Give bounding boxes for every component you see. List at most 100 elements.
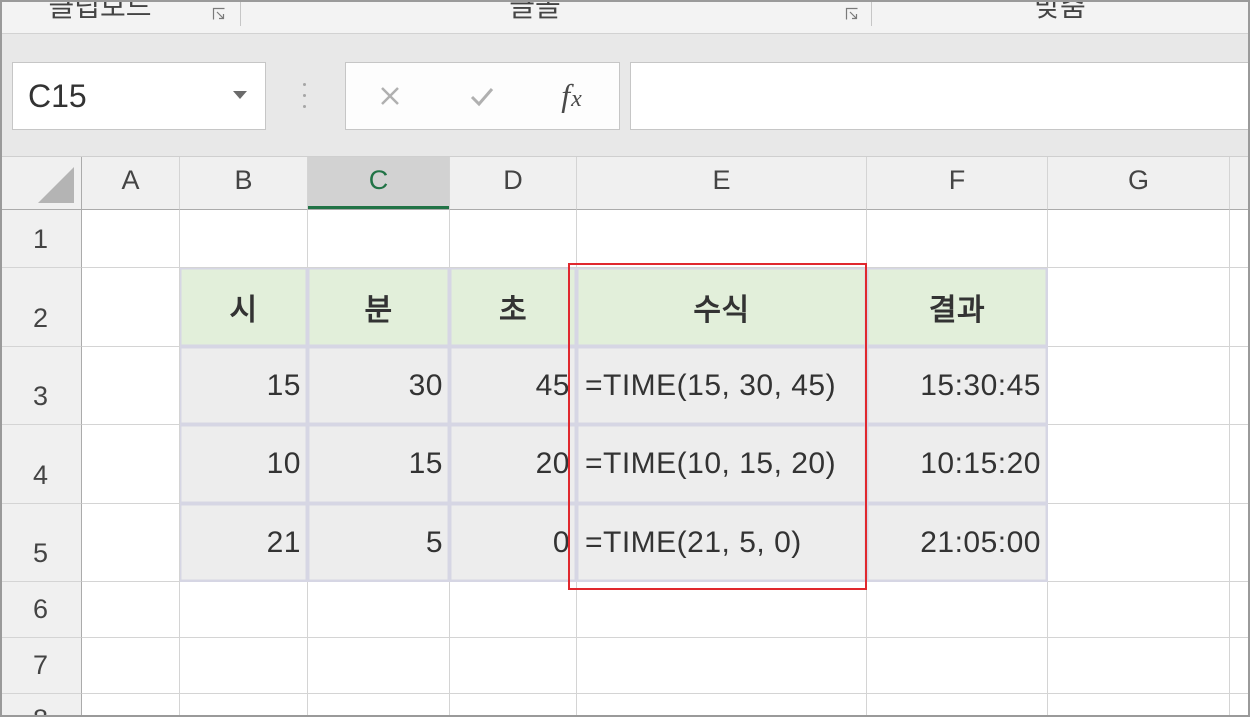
row-header-4[interactable]: 4 [0,425,82,504]
name-box-value: C15 [28,78,87,114]
cell-G4[interactable] [1048,425,1230,504]
cell-D6[interactable] [450,582,577,638]
ribbon-group-separator [871,0,872,26]
ribbon-group-separator [240,0,241,26]
cell-D5[interactable]: 0 [450,504,577,582]
cell-E8[interactable] [577,694,867,717]
ribbon-group-clipboard-label: 클립보드 [48,0,152,22]
column-header-A[interactable]: A [82,157,180,210]
cell-F5[interactable]: 21:05:00 [867,504,1048,582]
cell-F1[interactable] [867,210,1048,268]
row-header-1[interactable]: 1 [0,210,82,268]
cell-D1[interactable] [450,210,577,268]
cell-E2[interactable]: 수식 [577,268,867,347]
cell-C3[interactable]: 30 [308,347,450,425]
cell-D8[interactable] [450,694,577,717]
cell-C8[interactable] [308,694,450,717]
cell-D3[interactable]: 45 [450,347,577,425]
cell-A8[interactable] [82,694,180,717]
cell-D4[interactable]: 20 [450,425,577,504]
row-header-2[interactable]: 2 [0,268,82,347]
column-header-H[interactable] [1230,157,1250,210]
cell-G2[interactable] [1048,268,1230,347]
column-header-G[interactable]: G [1048,157,1230,210]
cell-E4[interactable]: =TIME(10, 15, 20) [577,425,867,504]
worksheet-grid: A B C D E F G 1 2 시 분 초 수식 결과 3 15 30 45… [0,157,1250,717]
cell-H3[interactable] [1230,347,1250,425]
cell-C1[interactable] [308,210,450,268]
cell-H1[interactable] [1230,210,1250,268]
cell-D7[interactable] [450,638,577,694]
cell-H6[interactable] [1230,582,1250,638]
cell-H2[interactable] [1230,268,1250,347]
cell-D2[interactable]: 초 [450,268,577,347]
select-all-triangle-icon [38,167,74,203]
cell-F2[interactable]: 결과 [867,268,1048,347]
cell-G7[interactable] [1048,638,1230,694]
cell-F8[interactable] [867,694,1048,717]
insert-function-icon[interactable]: fx [555,75,589,119]
cell-E3[interactable]: =TIME(15, 30, 45) [577,347,867,425]
row-header-8[interactable]: 8 [0,694,82,717]
dropdown-arrow-icon[interactable] [233,91,247,99]
cell-B2[interactable]: 시 [180,268,308,347]
select-all-button[interactable] [0,157,82,210]
cell-A7[interactable] [82,638,180,694]
cell-E6[interactable] [577,582,867,638]
cell-A4[interactable] [82,425,180,504]
row-header-7[interactable]: 7 [0,638,82,694]
row-header-5[interactable]: 5 [0,504,82,582]
vertical-dots-icon[interactable] [302,83,308,109]
column-header-C[interactable]: C [308,157,450,210]
formula-input[interactable] [630,62,1250,130]
dialog-launcher-icon[interactable] [212,7,226,21]
cell-C4[interactable]: 15 [308,425,450,504]
cell-F3[interactable]: 15:30:45 [867,347,1048,425]
cell-C2[interactable]: 분 [308,268,450,347]
cell-E7[interactable] [577,638,867,694]
cell-B6[interactable] [180,582,308,638]
cell-A3[interactable] [82,347,180,425]
cell-B8[interactable] [180,694,308,717]
cell-F6[interactable] [867,582,1048,638]
cell-A2[interactable] [82,268,180,347]
cell-A1[interactable] [82,210,180,268]
formula-buttons: fx [345,62,620,130]
cell-E1[interactable] [577,210,867,268]
cell-B5[interactable]: 21 [180,504,308,582]
cell-C6[interactable] [308,582,450,638]
cell-A5[interactable] [82,504,180,582]
excel-window: 클립보드 글꼴 맞춤 C15 fx A B C D E F G 1 2 시 분 … [0,0,1250,717]
cell-G6[interactable] [1048,582,1230,638]
column-header-D[interactable]: D [450,157,577,210]
cell-A6[interactable] [82,582,180,638]
cell-H4[interactable] [1230,425,1250,504]
cell-C7[interactable] [308,638,450,694]
cell-H7[interactable] [1230,638,1250,694]
cell-G8[interactable] [1048,694,1230,717]
ribbon-group-alignment-label: 맞춤 [1034,0,1086,22]
cell-B1[interactable] [180,210,308,268]
cancel-icon[interactable] [378,84,402,108]
cell-B7[interactable] [180,638,308,694]
cell-G3[interactable] [1048,347,1230,425]
column-header-B[interactable]: B [180,157,308,210]
ribbon-group-font-label: 글꼴 [509,0,561,22]
enter-icon[interactable] [469,83,495,109]
cell-B3[interactable]: 15 [180,347,308,425]
cell-G5[interactable] [1048,504,1230,582]
cell-H8[interactable] [1230,694,1250,717]
cell-G1[interactable] [1048,210,1230,268]
dialog-launcher-icon[interactable] [845,7,859,21]
cell-E5[interactable]: =TIME(21, 5, 0) [577,504,867,582]
cell-B4[interactable]: 10 [180,425,308,504]
cell-H5[interactable] [1230,504,1250,582]
column-header-F[interactable]: F [867,157,1048,210]
cell-F7[interactable] [867,638,1048,694]
column-header-E[interactable]: E [577,157,867,210]
name-box[interactable]: C15 [12,62,266,130]
row-header-6[interactable]: 6 [0,582,82,638]
cell-F4[interactable]: 10:15:20 [867,425,1048,504]
row-header-3[interactable]: 3 [0,347,82,425]
cell-C5[interactable]: 5 [308,504,450,582]
